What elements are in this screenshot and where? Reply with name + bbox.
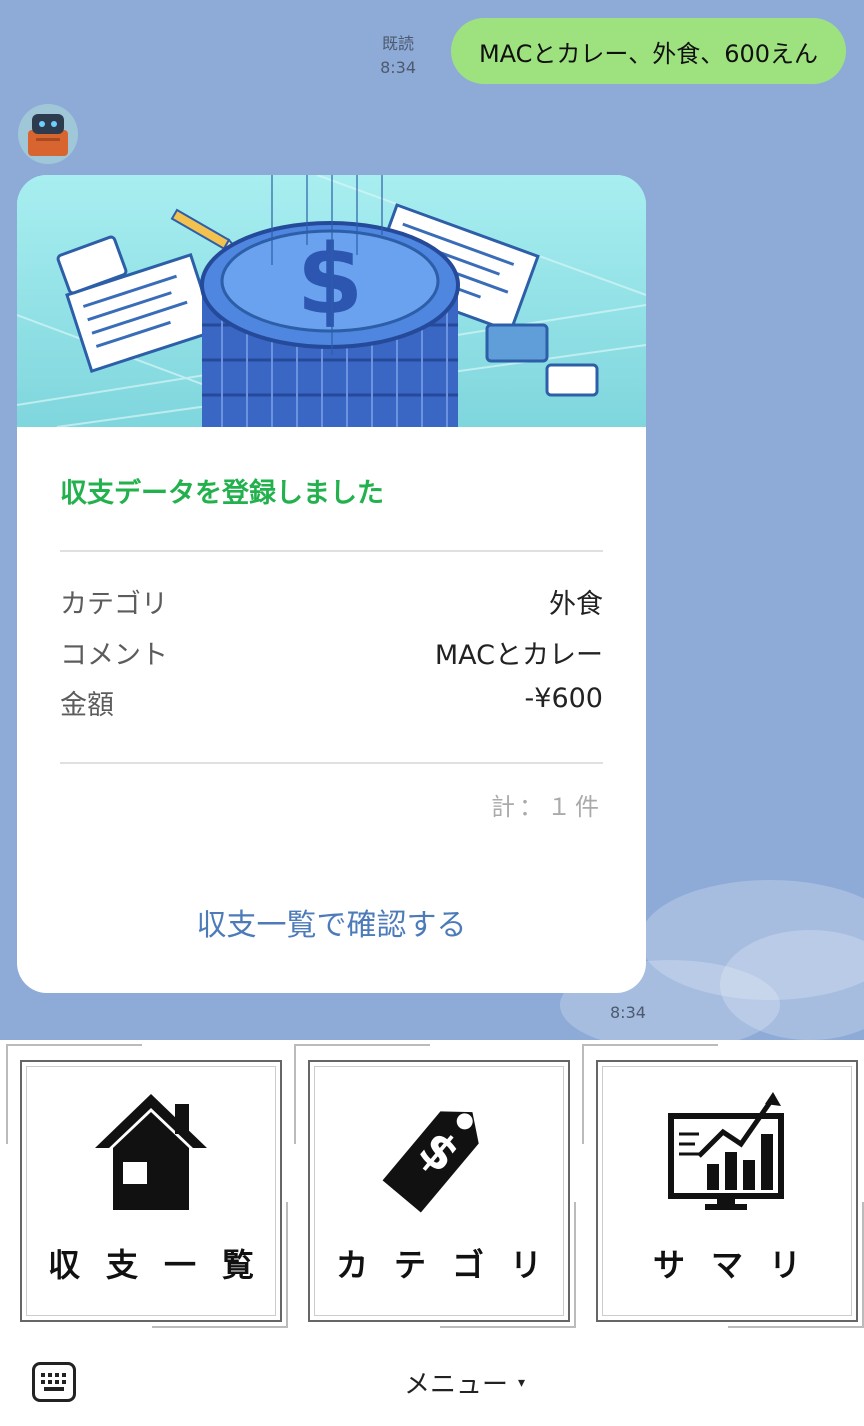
robot-icon xyxy=(28,114,68,156)
card-divider xyxy=(60,762,603,764)
record-count: 計：１件 xyxy=(491,793,603,821)
chart-monitor-icon xyxy=(665,1090,789,1218)
detail-key: カテゴリ xyxy=(60,589,168,620)
menu-tile-label: 収支一覧 xyxy=(48,1246,281,1284)
detail-value: 外食 xyxy=(549,589,603,620)
read-receipt: 既読 xyxy=(382,34,415,53)
detail-key: コメント xyxy=(60,640,168,671)
house-icon xyxy=(91,1090,211,1218)
menu-tile-category[interactable]: $ カテゴリ xyxy=(294,1044,576,1328)
message-time: 8:34 xyxy=(380,58,416,77)
finance-illustration: $ xyxy=(17,175,646,428)
menu-toggle-button[interactable]: メニュー ▾ xyxy=(404,1364,525,1401)
user-message-text: MACとカレー、外食、600えん xyxy=(478,39,818,68)
card-title: 収支データを登録しました xyxy=(60,478,384,509)
registration-card: $ 収支データを登録しました カテゴリ 外食 コメント MACとカレー 金額 -… xyxy=(17,175,646,993)
detail-row-comment: コメント MACとカレー xyxy=(60,633,603,672)
menu-tile-list[interactable]: 収支一覧 xyxy=(6,1044,288,1328)
detail-key: 金額 xyxy=(60,690,114,721)
menu-toggle-label: メニュー xyxy=(404,1370,509,1400)
menu-tile-summary[interactable]: サマリ xyxy=(582,1044,864,1328)
chevron-down-icon: ▾ xyxy=(518,1374,526,1391)
detail-value: MACとカレー xyxy=(434,640,603,671)
detail-row-amount: 金額 -¥600 xyxy=(60,683,603,722)
message-meta: 既読 8:34 xyxy=(380,32,416,80)
bot-avatar[interactable] xyxy=(18,104,78,164)
price-tag-icon: $ xyxy=(374,1090,504,1218)
view-list-link[interactable]: 収支一覧で確認する xyxy=(17,900,646,944)
keyboard-icon[interactable] xyxy=(32,1362,76,1402)
detail-row-category: カテゴリ 外食 xyxy=(60,582,603,621)
card-divider xyxy=(60,550,603,552)
menu-tile-label: カテゴリ xyxy=(336,1246,569,1284)
user-message-bubble[interactable]: MACとカレー、外食、600えん xyxy=(450,18,846,84)
chat-area: 既読 8:34 MACとカレー、外食、600えん $ 収支データを登録しました … xyxy=(0,0,864,1040)
menu-tile-label: サマリ xyxy=(652,1246,827,1284)
bot-message-time: 8:34 xyxy=(610,1003,646,1022)
detail-value: -¥600 xyxy=(524,683,603,714)
